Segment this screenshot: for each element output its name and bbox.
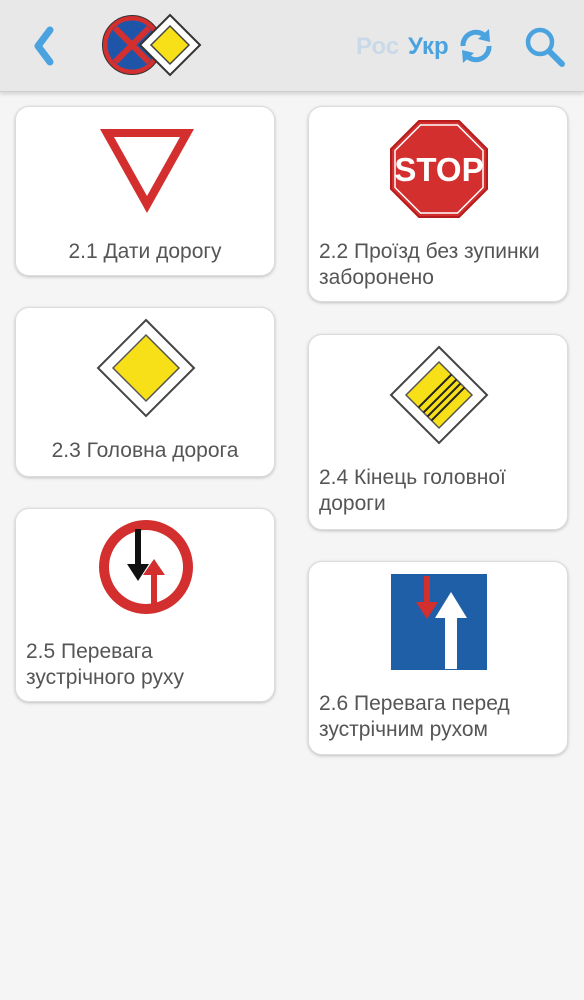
search-icon[interactable] (522, 24, 566, 68)
sign-card-label: 2.1 Дати дорогу (68, 240, 222, 263)
sign-card-label: 2.4 Кінець головної дороги (319, 466, 506, 515)
sign-card-label: 2.3 Головна дорога (51, 439, 239, 462)
priority-over-oncoming-sign-icon (389, 572, 489, 672)
sign-card-label: 2.5 Перевага зустрічного руху (26, 640, 184, 689)
sign-card-2-2[interactable]: STOP 2.2 Проїзд без зупинки заборонено (308, 106, 568, 302)
road-signs-logo-icon (102, 13, 202, 77)
sign-card-2-4[interactable]: 2.4 Кінець головної дороги (308, 334, 568, 530)
language-russian-toggle[interactable]: Рос (356, 33, 399, 61)
sign-card-2-1[interactable]: 2.1 Дати дорогу (15, 106, 275, 276)
sign-card-label: 2.2 Проїзд без зупинки заборонено (319, 240, 540, 289)
sign-card-2-5[interactable]: 2.5 Перевага зустрічного руху (15, 508, 275, 702)
give-way-sign-icon (100, 129, 194, 213)
sign-card-label: 2.6 Перевага перед зустрічним рухом (319, 692, 510, 741)
chevron-left-icon[interactable] (28, 24, 64, 68)
refresh-icon[interactable] (456, 26, 496, 66)
stop-sign-text: STOP (394, 151, 483, 188)
sign-card-2-6[interactable]: 2.6 Перевага перед зустрічним рухом (308, 561, 568, 755)
priority-road-sign-icon (96, 318, 196, 418)
sign-card-2-3[interactable]: 2.3 Головна дорога (15, 307, 275, 477)
stop-sign-icon: STOP (390, 120, 488, 218)
oncoming-priority-sign-icon (99, 520, 193, 614)
language-ukrainian-toggle[interactable]: Укр (408, 33, 449, 61)
end-priority-road-sign-icon (389, 345, 489, 445)
top-app-bar: Рос Укр (0, 0, 584, 92)
